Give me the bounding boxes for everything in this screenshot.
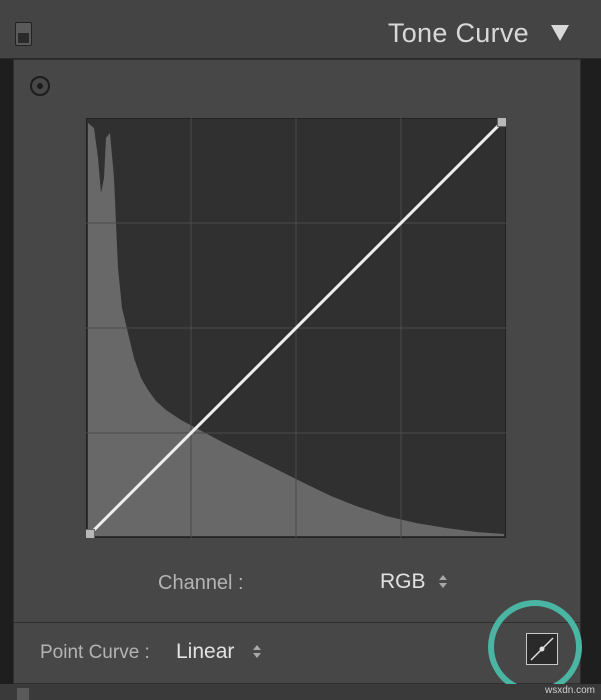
point-curve-value[interactable]: Linear — [176, 640, 234, 663]
tone-curve-graph[interactable] — [86, 118, 506, 538]
channel-label: Channel : — [158, 572, 244, 594]
triangle-down-icon[interactable] — [551, 25, 569, 41]
panel-switch-icon[interactable] — [15, 22, 32, 46]
channel-stepper-icon[interactable] — [438, 573, 448, 591]
point-curve-stepper-icon[interactable] — [252, 643, 262, 661]
curve-endpoint-highlights[interactable] — [497, 118, 507, 127]
lightroom-panel-frame: Tone Curve Channel : RGB Point Curve : L… — [0, 0, 601, 700]
point-curve-label: Point Curve : — [40, 642, 150, 663]
channel-select[interactable]: RGB — [380, 570, 447, 594]
point-curve-select[interactable]: Linear — [176, 640, 261, 664]
tone-curve-header[interactable]: Tone Curve — [0, 0, 601, 59]
watermark: wsxdn.com — [544, 685, 595, 696]
next-panel-strip — [0, 684, 601, 700]
curve-endpoint-shadows[interactable] — [86, 529, 95, 539]
target-circle-icon[interactable] — [30, 76, 50, 96]
highlight-circle-annotation — [488, 600, 582, 694]
panel-title: Tone Curve — [387, 18, 529, 48]
panel-switch-icon[interactable] — [17, 688, 29, 700]
channel-value[interactable]: RGB — [380, 570, 426, 593]
